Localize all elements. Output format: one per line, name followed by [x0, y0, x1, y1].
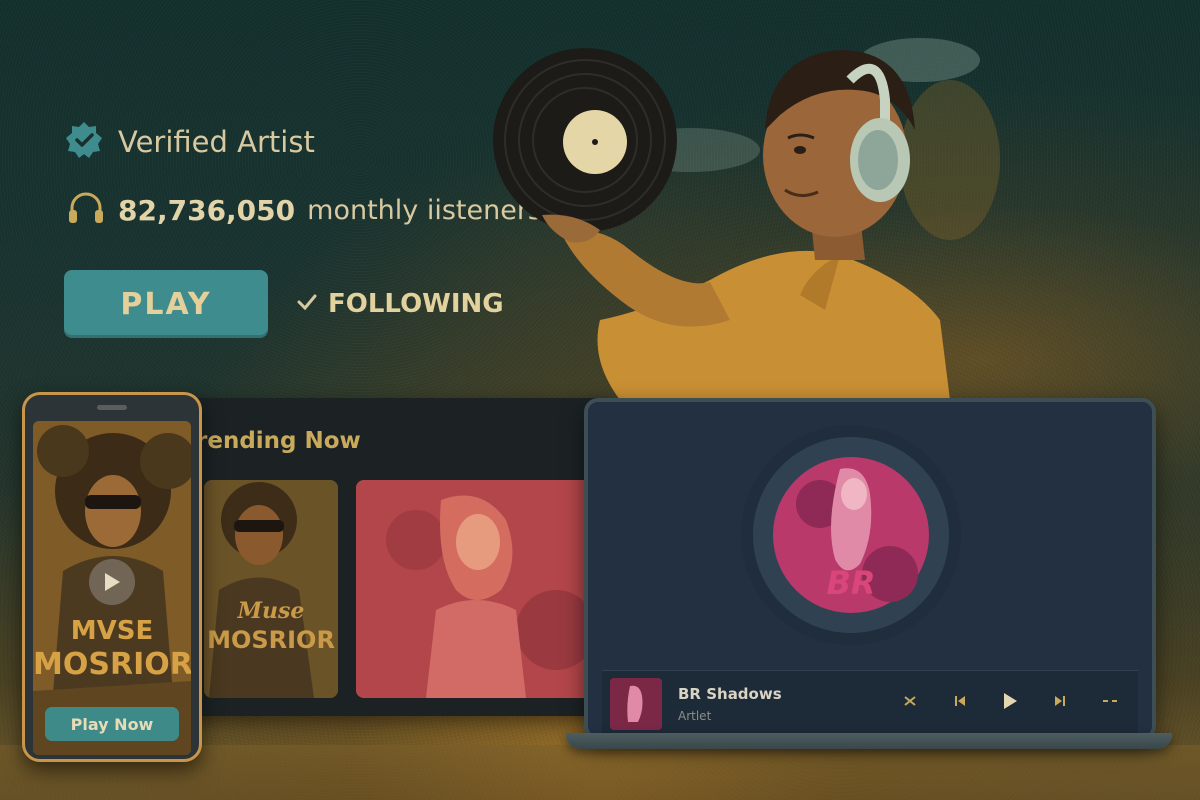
play-now-button[interactable]: Play Now: [45, 707, 179, 741]
now-playing-artist: Artlet: [678, 708, 712, 723]
disc-label: BR: [826, 564, 876, 602]
monthly-listeners-row: 82,736,050 monthly iisteners: [66, 190, 542, 230]
phone-speaker: [97, 405, 127, 410]
phone-album-title-line2: MOSRIOR: [33, 647, 191, 682]
vinyl-record: [493, 48, 677, 232]
play-icon[interactable]: [998, 689, 1022, 713]
monthly-listeners-count: 82,736,050: [118, 193, 296, 227]
verified-badge-icon: [64, 120, 104, 164]
trending-card-title-line1: Muse: [237, 598, 305, 624]
player-bar: BR Shadows Artlet: [602, 670, 1138, 736]
following-button[interactable]: FOLLOWING: [296, 284, 504, 324]
trending-card[interactable]: [356, 480, 596, 698]
headphones-icon: [66, 190, 106, 230]
laptop-screen: BR BR Shadows Artlet: [584, 398, 1156, 740]
laptop-base: [566, 733, 1172, 749]
more-icon[interactable]: [1098, 689, 1122, 713]
now-playing-disc: BR: [740, 424, 962, 646]
phone-device: MVSE MOSRIOR Play Now: [22, 392, 202, 762]
trending-now-title: rending Now: [196, 428, 361, 454]
verified-artist-row: Verified Artist: [64, 120, 315, 164]
play-button[interactable]: PLAY: [64, 270, 268, 338]
playback-controls: [898, 689, 1122, 713]
phone-screen: MVSE MOSRIOR Play Now: [33, 421, 191, 755]
trending-card[interactable]: Muse MOSRIOR: [204, 480, 338, 698]
previous-icon[interactable]: [948, 689, 972, 713]
now-playing-info: BR Shadows Artlet: [678, 685, 782, 723]
phone-album-title-line1: MVSE: [70, 616, 154, 646]
verified-artist-label: Verified Artist: [118, 125, 315, 159]
trending-card-title-line2: MOSRIOR: [207, 626, 335, 654]
now-playing-title: BR Shadows: [678, 684, 782, 703]
trending-now-panel: rending Now Muse MOSRIOR: [190, 398, 610, 716]
following-label: FOLLOWING: [328, 289, 504, 319]
shuffle-icon[interactable]: [898, 689, 922, 713]
now-playing-thumbnail[interactable]: [610, 677, 662, 730]
next-icon[interactable]: [1048, 689, 1072, 713]
check-icon: [296, 289, 318, 319]
phone-play-icon[interactable]: [89, 559, 135, 605]
hero-illustration: [480, 20, 1000, 400]
